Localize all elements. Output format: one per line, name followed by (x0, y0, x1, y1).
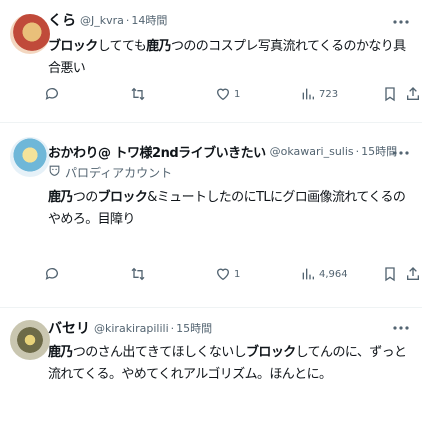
reply-icon (44, 86, 60, 102)
text-segment: ブロック (97, 190, 148, 205)
parody-label: パロディアカウント (48, 161, 414, 183)
like-icon (215, 266, 231, 282)
separator: · (355, 144, 360, 158)
text-segment: ブロック (246, 345, 296, 360)
bookmark-button[interactable] (382, 263, 398, 285)
text-segment: してても (97, 39, 147, 54)
retweet-icon (130, 86, 146, 102)
share-icon (405, 266, 421, 282)
tweet-text: ブロックしてても鹿乃つののコスプレ写真流れてくるのかなり具合悪い (48, 36, 414, 80)
views-icon (300, 266, 316, 282)
display-name[interactable]: バセリ (48, 318, 90, 338)
like-count: 1 (234, 268, 241, 280)
share-icon (405, 86, 421, 102)
like-count: 1 (234, 88, 241, 100)
bookmark-icon (382, 266, 398, 282)
views-icon (300, 86, 316, 102)
views-button[interactable]: 723 (300, 83, 338, 105)
handle[interactable]: @J_kvra (80, 14, 124, 27)
retweet-button[interactable] (130, 83, 149, 105)
share-button[interactable] (405, 263, 421, 285)
retweet-button[interactable] (130, 263, 149, 285)
display-name[interactable]: おかわり@ トワ様2ndライブいきたい (48, 142, 266, 161)
avatar[interactable] (10, 137, 50, 177)
avatar[interactable] (10, 320, 50, 360)
more-icon[interactable] (390, 143, 412, 163)
handle[interactable]: @kirakirapilili (94, 322, 169, 335)
views-count: 723 (319, 88, 339, 100)
like-button[interactable]: 1 (215, 263, 240, 285)
action-bar: 1 4,964 (0, 263, 422, 285)
tweet-text: 鹿乃つのさん出てきてほしくないしブロックしてんのに、ずっと流れてくる。やめてくれ… (48, 342, 414, 386)
action-bar: 1 723 (0, 83, 422, 105)
timestamp[interactable]: 14時間 (131, 12, 167, 28)
tweet-1[interactable]: くら @J_kvra · 14時間 ブロックしてても鹿乃つののコスプレ写真流れて… (0, 0, 422, 123)
views-count: 4,964 (319, 268, 348, 280)
bookmark-button[interactable] (382, 83, 398, 105)
share-button[interactable] (405, 83, 421, 105)
parody-label-text: パロディアカウント (65, 165, 173, 180)
views-button[interactable]: 4,964 (300, 263, 348, 285)
like-icon (215, 86, 231, 102)
bookmark-icon (382, 86, 398, 102)
separator: · (125, 13, 130, 27)
reply-button[interactable] (44, 263, 63, 285)
more-icon[interactable] (390, 318, 412, 338)
tweet-header: バセリ @kirakirapilili · 15時間 (48, 318, 414, 338)
text-segment: 鹿乃 (48, 345, 73, 360)
text-segment: つの (72, 190, 98, 205)
tweet-text: 鹿乃つのブロック&ミュートしたのにTLにグロ画像流れてくるのやめろ。目障り (48, 187, 414, 231)
parody-badge-icon (48, 164, 61, 180)
timestamp[interactable]: 15時間 (176, 320, 212, 336)
separator: · (170, 321, 175, 335)
text-segment: ブロック (48, 39, 98, 54)
text-segment: 鹿乃 (48, 190, 73, 205)
tweet-2[interactable]: おかわり@ トワ様2ndライブいきたい @okawari_sulis · 15時… (0, 123, 422, 308)
like-button[interactable]: 1 (215, 83, 240, 105)
tweet-header: くら @J_kvra · 14時間 (48, 10, 414, 30)
handle[interactable]: @okawari_sulis (270, 145, 354, 158)
avatar[interactable] (10, 14, 50, 54)
display-name[interactable]: くら (48, 10, 76, 30)
reply-button[interactable] (44, 83, 63, 105)
retweet-icon (130, 266, 146, 282)
reply-icon (44, 266, 60, 282)
text-segment: 鹿乃 (146, 39, 171, 54)
more-icon[interactable] (390, 12, 412, 32)
tweet-header: おかわり@ トワ様2ndライブいきたい @okawari_sulis · 15時… (48, 141, 414, 161)
tweet-3[interactable]: バセリ @kirakirapilili · 15時間 鹿乃つのさん出てきてほしく… (0, 308, 422, 422)
text-segment: つのさん出てきてほしくないし (72, 345, 247, 360)
